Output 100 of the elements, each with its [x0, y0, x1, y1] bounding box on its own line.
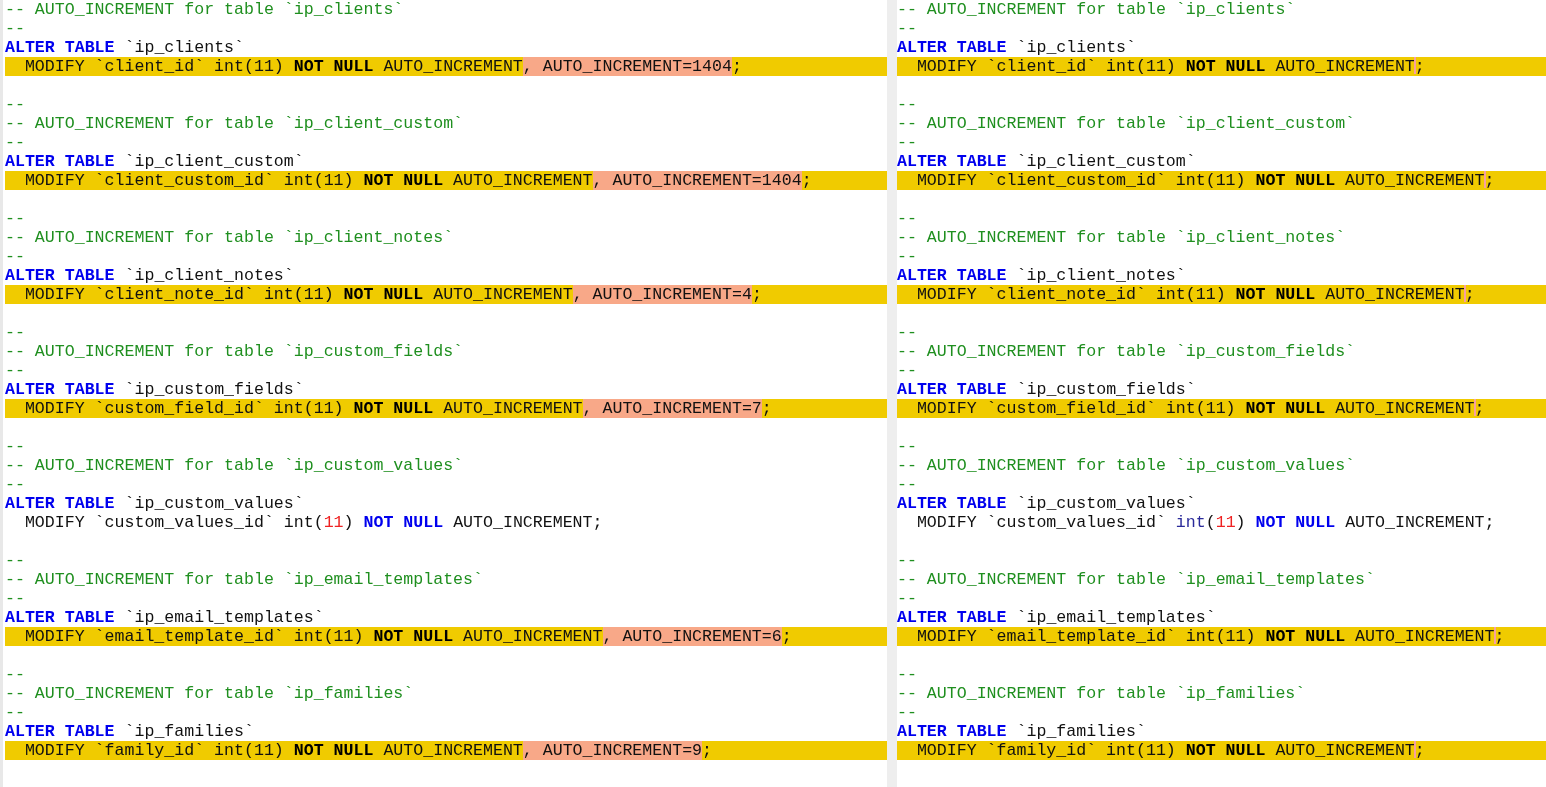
sql-keyword: ALTER TABLE: [5, 152, 115, 171]
code-text: `ip_families`: [1015, 722, 1146, 741]
sql-keyword: NOT NULL: [1265, 627, 1346, 646]
sql-keyword: NOT NULL: [1255, 513, 1336, 532]
code-text: AUTO_INCREMENT: [1274, 741, 1415, 760]
code-text: ): [343, 513, 355, 532]
code-text: MODIFY `client_custom_id` int(11): [23, 171, 355, 190]
removed-text: , AUTO_INCREMENT=7: [582, 399, 762, 418]
code-text: MODIFY `email_template_id` int(11): [23, 627, 365, 646]
code-text: AUTO_INCREMENT: [462, 627, 603, 646]
code-comment: -- AUTO_INCREMENT for table `ip_email_templates`: [897, 570, 1375, 589]
number-literal: 11: [1215, 513, 1236, 532]
sql-keyword: NOT NULL: [1185, 741, 1266, 760]
code-text: AUTO_INCREMENT;: [1344, 513, 1495, 532]
sql-keyword: ALTER TABLE: [897, 494, 1007, 513]
code-comment: -- AUTO_INCREMENT for table `ip_email_templates`: [5, 570, 483, 589]
removed-text: , AUTO_INCREMENT=1404: [522, 57, 732, 76]
code-comment: -- AUTO_INCREMENT for table `ip_custom_fields`: [897, 342, 1356, 361]
code-comment: --: [5, 665, 25, 684]
code-text: AUTO_INCREMENT: [442, 399, 583, 418]
type-name: int: [1175, 513, 1206, 532]
code-comment: --: [5, 475, 25, 494]
code-text: ;: [751, 285, 762, 304]
sql-keyword: ALTER TABLE: [5, 494, 115, 513]
code-text: MODIFY `client_note_id` int(11): [915, 285, 1227, 304]
code-text: ;: [761, 399, 772, 418]
code-comment: --: [897, 361, 917, 380]
code-text: MODIFY `client_id` int(11): [23, 57, 285, 76]
code-text: AUTO_INCREMENT: [452, 171, 593, 190]
sql-keyword: NOT NULL: [373, 627, 454, 646]
code-text: MODIFY `client_custom_id` int(11): [915, 171, 1247, 190]
code-comment: --: [5, 19, 25, 38]
code-text: ): [1235, 513, 1247, 532]
code-comment: --: [5, 361, 25, 380]
sql-keyword: NOT NULL: [343, 285, 424, 304]
sql-keyword: NOT NULL: [353, 399, 434, 418]
code-comment: --: [5, 95, 25, 114]
code-text: `ip_email_templates`: [123, 608, 324, 627]
code-text: MODIFY `email_template_id` int(11): [915, 627, 1257, 646]
sql-keyword: NOT NULL: [1255, 171, 1336, 190]
removed-text: , AUTO_INCREMENT=1404: [592, 171, 802, 190]
code-comment: --: [897, 551, 917, 570]
code-comment: -- AUTO_INCREMENT for table `ip_client_custom`: [5, 114, 464, 133]
code-text: `ip_client_notes`: [1015, 266, 1186, 285]
code-text: AUTO_INCREMENT: [1334, 399, 1475, 418]
sql-keyword: ALTER TABLE: [897, 722, 1007, 741]
code-text: ;: [702, 741, 713, 760]
code-text: `ip_clients`: [1015, 38, 1136, 57]
code-comment: --: [897, 437, 917, 456]
sql-keyword: ALTER TABLE: [897, 38, 1007, 57]
code-text: AUTO_INCREMENT: [1274, 57, 1415, 76]
code-text: MODIFY `family_id` int(11): [23, 741, 285, 760]
sql-keyword: ALTER TABLE: [897, 266, 1007, 285]
code-comment: --: [897, 95, 917, 114]
code-text: MODIFY `client_note_id` int(11): [23, 285, 335, 304]
code-text: `ip_clients`: [123, 38, 244, 57]
sql-keyword: ALTER TABLE: [5, 38, 115, 57]
sql-keyword: ALTER TABLE: [5, 722, 115, 741]
code-text: AUTO_INCREMENT: [1324, 285, 1465, 304]
sql-keyword: ALTER TABLE: [897, 380, 1007, 399]
code-comment: --: [5, 589, 25, 608]
code-comment: --: [897, 133, 917, 152]
code-text: ;: [1484, 171, 1495, 190]
code-comment: -- AUTO_INCREMENT for table `ip_families`: [5, 684, 414, 703]
code-text: `ip_client_custom`: [1015, 152, 1196, 171]
sql-keyword: NOT NULL: [1245, 399, 1326, 418]
code-comment: -- AUTO_INCREMENT for table `ip_client_custom`: [897, 114, 1356, 133]
code-comment: -- AUTO_INCREMENT for table `ip_clients`: [5, 0, 404, 19]
code-comment: --: [5, 437, 25, 456]
sql-keyword: ALTER TABLE: [5, 266, 115, 285]
code-text: ;: [1494, 627, 1505, 646]
code-text: ;: [1414, 741, 1425, 760]
code-text: `ip_client_custom`: [123, 152, 304, 171]
code-text: MODIFY `custom_values_id` int(: [23, 513, 324, 532]
code-comment: -- AUTO_INCREMENT for table `ip_clients`: [897, 0, 1296, 19]
code-comment: -- AUTO_INCREMENT for table `ip_families`: [897, 684, 1306, 703]
code-comment: --: [5, 323, 25, 342]
code-comment: --: [897, 247, 917, 266]
code-comment: --: [897, 209, 917, 228]
code-text: `ip_families`: [123, 722, 254, 741]
code-text: (: [1205, 513, 1216, 532]
sql-keyword: ALTER TABLE: [5, 380, 115, 399]
code-comment: --: [897, 589, 917, 608]
sql-keyword: NOT NULL: [293, 57, 374, 76]
code-comment: -- AUTO_INCREMENT for table `ip_custom_values`: [5, 456, 464, 475]
sql-keyword: NOT NULL: [1235, 285, 1316, 304]
code-comment: --: [5, 551, 25, 570]
code-text: `ip_custom_values`: [123, 494, 304, 513]
sql-keyword: NOT NULL: [363, 171, 444, 190]
code-comment: --: [897, 703, 917, 722]
sql-keyword: ALTER TABLE: [897, 608, 1007, 627]
code-text: `ip_custom_fields`: [123, 380, 304, 399]
code-comment: --: [5, 247, 25, 266]
code-text: ;: [1414, 57, 1425, 76]
sql-keyword: NOT NULL: [1185, 57, 1266, 76]
code-text: MODIFY `custom_field_id` int(11): [915, 399, 1237, 418]
code-text: ;: [1464, 285, 1475, 304]
code-text: ;: [781, 627, 792, 646]
sql-keyword: ALTER TABLE: [5, 608, 115, 627]
sql-keyword: ALTER TABLE: [897, 152, 1007, 171]
